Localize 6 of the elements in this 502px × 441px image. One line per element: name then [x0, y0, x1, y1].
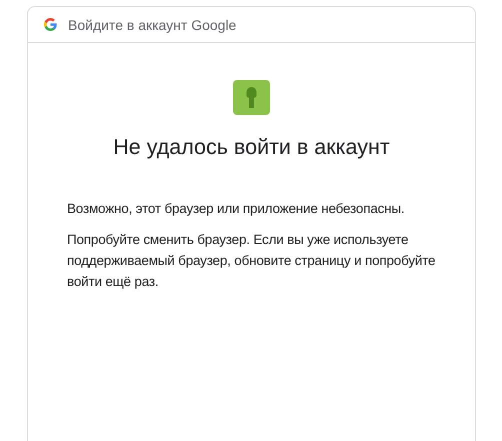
google-logo-icon [44, 18, 57, 31]
error-heading: Не удалось войти в аккаунт [113, 135, 390, 160]
app-icon [233, 80, 270, 115]
header-title: Войдите в аккаунт Google [68, 16, 236, 32]
message-paragraph: Попробуйте сменить браузер. Если вы уже используете поддерживаемый браузер, обновите страницу и попробуйте войти ещё раз. [67, 231, 436, 291]
message-paragraph: Возможно, этот браузер или приложение небезопасны. [67, 200, 406, 218]
